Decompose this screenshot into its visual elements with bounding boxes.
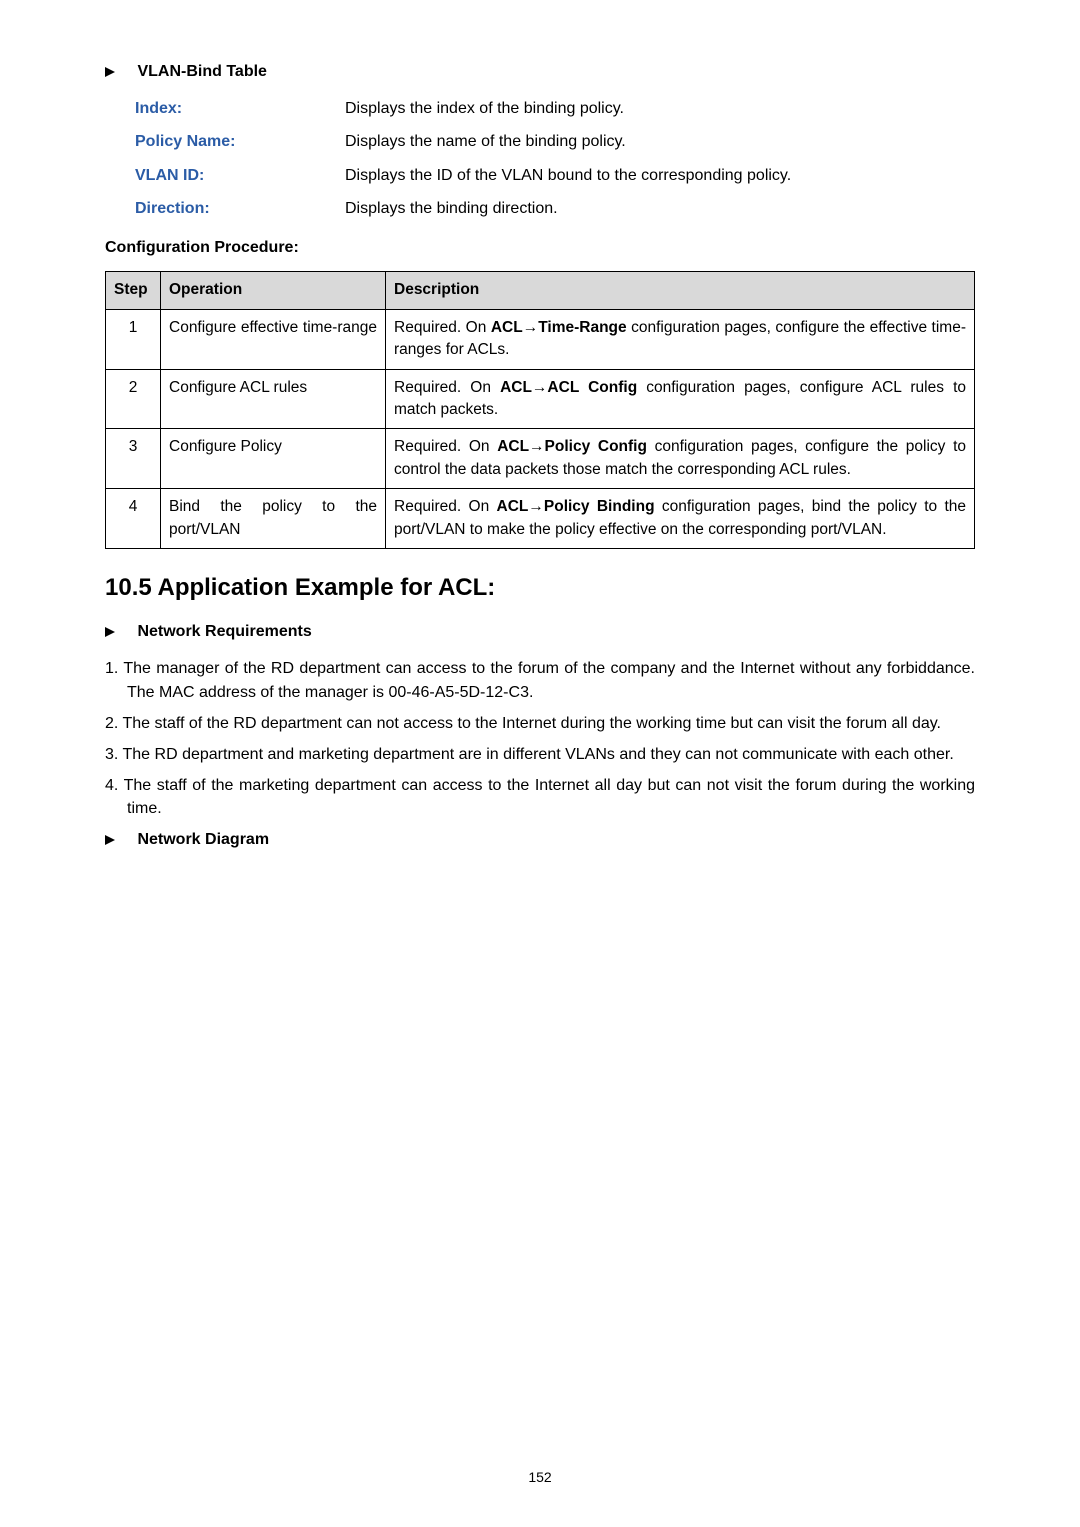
cell-operation: Configure Policy <box>161 429 386 489</box>
cell-step: 1 <box>106 309 161 369</box>
desc-pre: Required. On <box>394 379 500 396</box>
network-requirements-heading: Network Requirements <box>105 620 975 643</box>
section-title: 10.5 Application Example for ACL: <box>105 571 975 606</box>
table-row: 4 Bind the policy to the port/VLAN Requi… <box>106 489 975 549</box>
dl-term: Index: <box>135 97 345 120</box>
triangle-bullet-icon <box>105 67 115 77</box>
col-description: Description <box>386 272 975 309</box>
table-header-row: Step Operation Description <box>106 272 975 309</box>
table-row: 1 Configure effective time-range Require… <box>106 309 975 369</box>
dl-def: Displays the binding direction. <box>345 197 975 220</box>
network-requirements-list: 1. The manager of the RD department can … <box>105 657 975 820</box>
desc-bold: ACL→Policy Config <box>497 438 647 455</box>
dl-row: Policy Name: Displays the name of the bi… <box>135 130 975 153</box>
cell-operation: Configure ACL rules <box>161 369 386 429</box>
dl-def: Displays the ID of the VLAN bound to the… <box>345 164 975 187</box>
cell-description: Required. On ACL→Policy Config configura… <box>386 429 975 489</box>
dl-row: Direction: Displays the binding directio… <box>135 197 975 220</box>
dl-def: Displays the name of the binding policy. <box>345 130 975 153</box>
config-procedure-table: Step Operation Description 1 Configure e… <box>105 271 975 549</box>
cell-operation: Bind the policy to the port/VLAN <box>161 489 386 549</box>
table-row: 2 Configure ACL rules Required. On ACL→A… <box>106 369 975 429</box>
cell-description: Required. On ACL→Policy Binding configur… <box>386 489 975 549</box>
dl-term: Direction: <box>135 197 345 220</box>
col-step: Step <box>106 272 161 309</box>
desc-pre: Required. On <box>394 438 497 455</box>
cell-description: Required. On ACL→ACL Config configuratio… <box>386 369 975 429</box>
dl-row: VLAN ID: Displays the ID of the VLAN bou… <box>135 164 975 187</box>
cell-step: 4 <box>106 489 161 549</box>
desc-bold: ACL→ACL Config <box>500 379 637 396</box>
cell-step: 2 <box>106 369 161 429</box>
list-item: 4. The staff of the marketing department… <box>105 774 975 820</box>
list-item: 1. The manager of the RD department can … <box>105 657 975 703</box>
triangle-bullet-icon <box>105 835 115 845</box>
cell-operation: Configure effective time-range <box>161 309 386 369</box>
desc-bold: ACL→Policy Binding <box>497 498 655 515</box>
dl-row: Index: Displays the index of the binding… <box>135 97 975 120</box>
col-operation: Operation <box>161 272 386 309</box>
cell-step: 3 <box>106 429 161 489</box>
desc-bold: ACL→Time-Range <box>491 319 627 336</box>
table-row: 3 Configure Policy Required. On ACL→Poli… <box>106 429 975 489</box>
list-item: 3. The RD department and marketing depar… <box>105 743 975 766</box>
vlan-bind-heading-label: VLAN-Bind Table <box>137 63 266 80</box>
network-diagram-heading: Network Diagram <box>105 828 975 851</box>
list-item: 2. The staff of the RD department can no… <box>105 712 975 735</box>
dl-term: VLAN ID: <box>135 164 345 187</box>
vlan-bind-heading: VLAN-Bind Table <box>105 60 975 83</box>
desc-pre: Required. On <box>394 498 497 515</box>
dl-term: Policy Name: <box>135 130 345 153</box>
cell-description: Required. On ACL→Time-Range configuratio… <box>386 309 975 369</box>
triangle-bullet-icon <box>105 627 115 637</box>
dl-def: Displays the index of the binding policy… <box>345 97 975 120</box>
network-diagram-label: Network Diagram <box>137 831 269 848</box>
desc-pre: Required. On <box>394 319 491 336</box>
page-number: 152 <box>0 1467 1080 1487</box>
network-requirements-label: Network Requirements <box>137 623 311 640</box>
config-procedure-heading: Configuration Procedure: <box>105 236 975 259</box>
